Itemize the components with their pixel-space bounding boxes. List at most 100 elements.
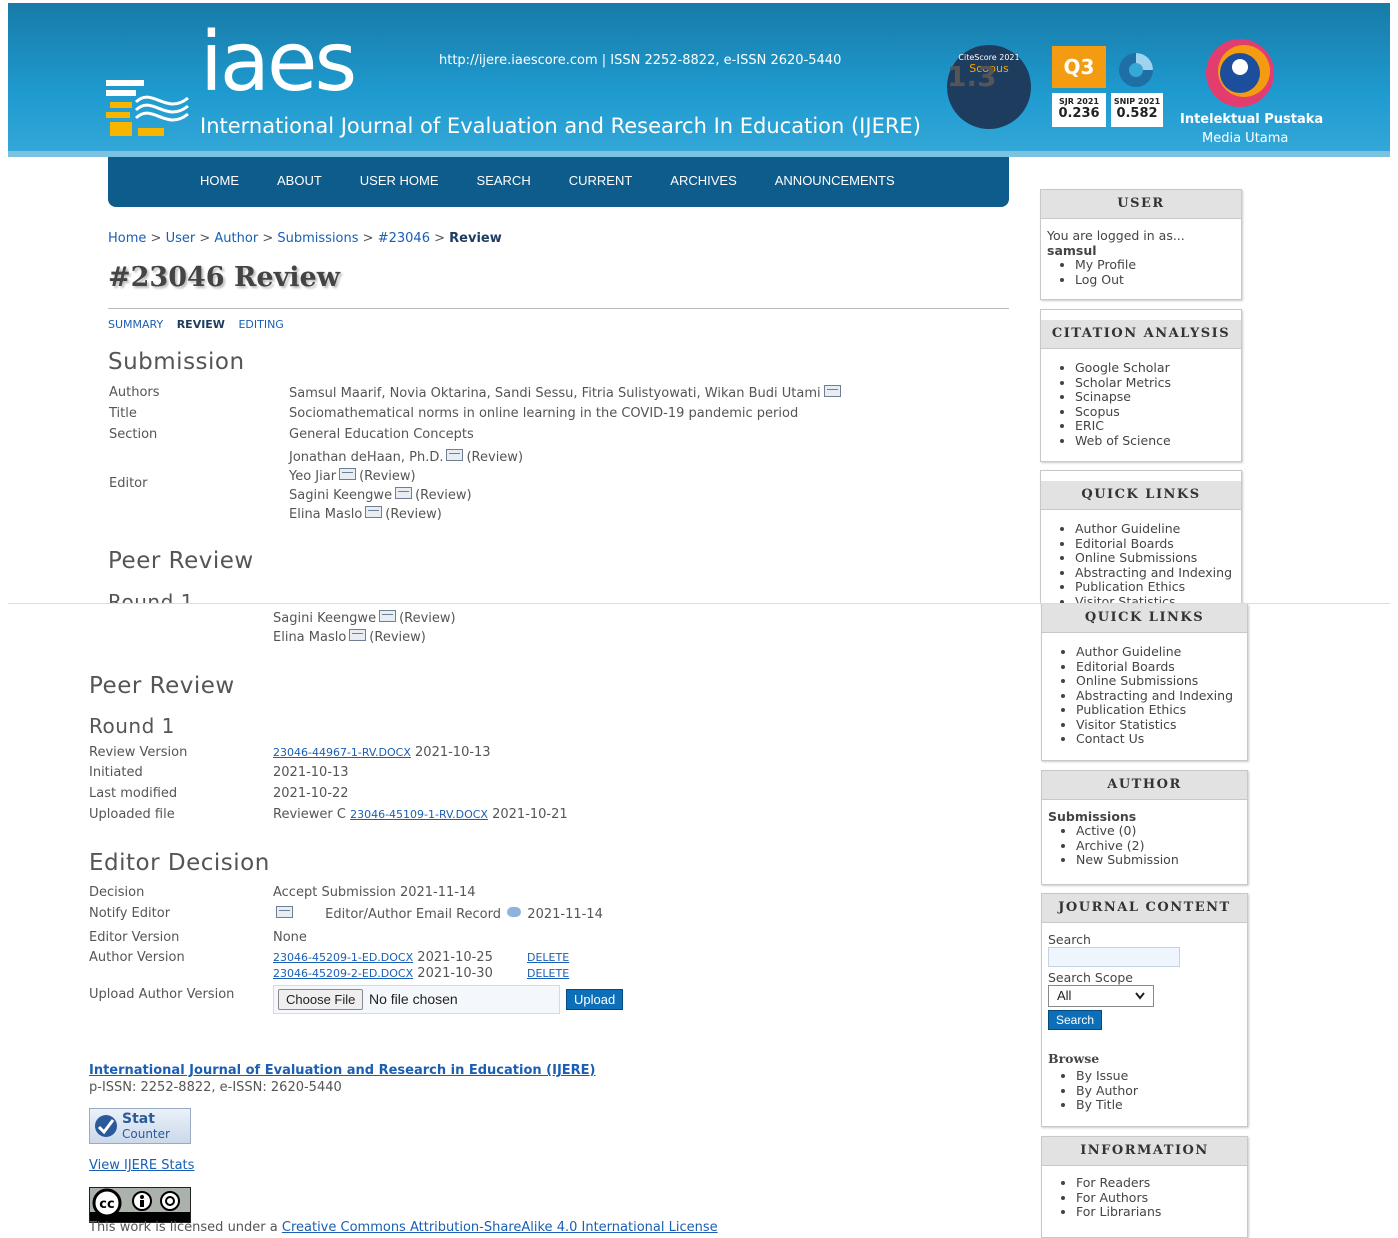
quick-link[interactable]: Visitor Statistics: [1076, 717, 1247, 733]
nav-user-home[interactable]: USER HOME: [360, 173, 439, 188]
submissions-heading: Submissions: [1048, 809, 1137, 824]
search-scope-select[interactable]: All: [1048, 985, 1154, 1007]
quick-link[interactable]: Author Guideline: [1075, 521, 1241, 537]
author-version-file-link[interactable]: 23046-45209-2-ED.DOCX: [273, 967, 413, 980]
for-readers-link[interactable]: For Readers: [1076, 1175, 1247, 1191]
breadcrumb-submission-id[interactable]: #23046: [378, 231, 430, 246]
notify-editor-email-icon[interactable]: [276, 906, 293, 918]
my-profile-link[interactable]: My Profile: [1075, 257, 1241, 273]
initiated-value: 2021-10-13: [273, 765, 349, 780]
quick-link[interactable]: Editorial Boards: [1076, 659, 1247, 675]
license-link[interactable]: Creative Commons Attribution-ShareAlike …: [282, 1220, 718, 1235]
citation-link[interactable]: Scopus: [1075, 404, 1241, 420]
quick-link[interactable]: Publication Ethics: [1076, 702, 1247, 718]
tab-review[interactable]: REVIEW: [177, 318, 225, 331]
review-version-file-link[interactable]: 23046-44967-1-RV.DOCX: [273, 746, 411, 759]
delete-link[interactable]: DELETE: [527, 951, 569, 964]
author-version-delete: DELETE: [527, 950, 569, 965]
email-editor-icon[interactable]: [349, 629, 367, 641]
snip-badge[interactable]: SNIP 2021 0.582: [1111, 93, 1163, 127]
nav-announcements[interactable]: ANNOUNCEMENTS: [775, 173, 895, 188]
for-authors-link[interactable]: For Authors: [1076, 1190, 1247, 1206]
delete-link[interactable]: DELETE: [527, 967, 569, 980]
sidebar-user-block: USER You are logged in as... samsul My P…: [1040, 189, 1242, 300]
breadcrumb-author[interactable]: Author: [214, 231, 258, 246]
active-submissions-link[interactable]: Active (0): [1076, 823, 1247, 839]
browse-by-issue-link[interactable]: By Issue: [1076, 1068, 1138, 1084]
quick-link[interactable]: Online Submissions: [1076, 673, 1247, 689]
statcounter-badge[interactable]: Stat Counter: [89, 1108, 191, 1144]
citation-link[interactable]: Google Scholar: [1075, 360, 1241, 376]
email-editor-icon[interactable]: [339, 468, 357, 480]
quartile-badge[interactable]: Q3: [1052, 46, 1106, 88]
nav-archives[interactable]: ARCHIVES: [670, 173, 736, 188]
citation-link[interactable]: ERIC: [1075, 418, 1241, 434]
archive-submissions-link[interactable]: Archive (2): [1076, 838, 1247, 854]
submission-heading: Submission: [108, 349, 245, 375]
tab-summary[interactable]: SUMMARY: [108, 318, 163, 331]
breadcrumb-current[interactable]: Review: [449, 231, 502, 246]
breadcrumb-user[interactable]: User: [166, 231, 196, 246]
author-version-file-link[interactable]: 23046-45209-1-ED.DOCX: [273, 951, 413, 964]
review-version-label: Review Version: [89, 745, 188, 760]
quick-link[interactable]: Abstracting and Indexing: [1076, 688, 1247, 704]
citation-link[interactable]: Scholar Metrics: [1075, 375, 1241, 391]
quick-link[interactable]: Publication Ethics: [1075, 579, 1241, 595]
email-editor-icon[interactable]: [446, 449, 464, 461]
browse-by-title-link[interactable]: By Title: [1076, 1097, 1138, 1113]
uploaded-file-link[interactable]: 23046-45109-1-RV.DOCX: [350, 808, 488, 821]
new-submission-link[interactable]: New Submission: [1076, 852, 1247, 868]
email-record-speech-icon[interactable]: [507, 907, 522, 917]
statcounter-top-text: Stat: [122, 1111, 155, 1127]
sidebar-author-block: AUTHOR Submissions Active (0) Archive (2…: [1041, 770, 1248, 885]
editor-version-value: None: [273, 930, 307, 945]
iaes-logo-icon[interactable]: [102, 72, 192, 138]
citation-link[interactable]: Scinapse: [1075, 389, 1241, 405]
tab-editing[interactable]: EDITING: [238, 318, 283, 331]
intelektual-pustaka-logo-icon[interactable]: [1204, 37, 1276, 109]
search-input[interactable]: [1048, 947, 1180, 967]
nav-about[interactable]: ABOUT: [277, 173, 322, 188]
citation-link[interactable]: Web of Science: [1075, 433, 1241, 449]
upload-button[interactable]: Upload: [566, 989, 624, 1010]
breadcrumb-home[interactable]: Home: [108, 231, 146, 246]
nav-home[interactable]: HOME: [200, 173, 239, 188]
snip-value: 0.582: [1116, 106, 1158, 121]
search-label: Search: [1048, 932, 1091, 947]
editor-label: Editor: [109, 476, 148, 491]
email-editor-icon[interactable]: [379, 610, 397, 622]
citescore-badge[interactable]: CiteScore 2021 1.3 Scopus: [947, 45, 1031, 129]
uploaded-file-value: Reviewer C 23046-45109-1-RV.DOCX 2021-10…: [273, 807, 568, 822]
choose-file-button[interactable]: Choose File: [278, 989, 364, 1010]
sjr-label: SJR 2021: [1059, 97, 1099, 106]
quick-link[interactable]: Author Guideline: [1076, 644, 1247, 660]
email-editor-icon[interactable]: [395, 487, 413, 499]
nav-search[interactable]: SEARCH: [477, 173, 531, 188]
email-record-text: Editor/Author Email Record: [325, 907, 502, 922]
submission-subtabs: SUMMARY REVIEW EDITING: [108, 318, 294, 331]
section-value: General Education Concepts: [289, 427, 474, 442]
quick-links-title: QUICK LINKS: [1041, 481, 1241, 510]
footer-issn: p-ISSN: 2252-8822, e-ISSN: 2620-5440: [89, 1080, 342, 1095]
search-button[interactable]: Search: [1048, 1010, 1103, 1030]
quick-link[interactable]: Editorial Boards: [1075, 536, 1241, 552]
nav-current[interactable]: CURRENT: [569, 173, 633, 188]
for-librarians-link[interactable]: For Librarians: [1076, 1204, 1247, 1220]
breadcrumb-submissions[interactable]: Submissions: [277, 231, 358, 246]
email-authors-icon[interactable]: [823, 385, 841, 397]
browse-by-author-link[interactable]: By Author: [1076, 1083, 1138, 1099]
author-block-title: AUTHOR: [1042, 771, 1247, 800]
quick-link[interactable]: Abstracting and Indexing: [1075, 565, 1241, 581]
sjr-badge[interactable]: SJR 2021 0.236: [1052, 93, 1106, 127]
page-title: #23046 Review: [108, 262, 340, 293]
email-editor-icon[interactable]: [365, 506, 383, 518]
log-out-link[interactable]: Log Out: [1075, 272, 1241, 288]
quick-link[interactable]: Online Submissions: [1075, 550, 1241, 566]
view-stats-link[interactable]: View IJERE Stats: [89, 1158, 194, 1173]
quick-link[interactable]: Contact Us: [1076, 731, 1247, 747]
footer-journal-link[interactable]: International Journal of Evaluation and …: [89, 1063, 596, 1078]
section-label: Section: [109, 427, 158, 442]
editor-version-label: Editor Version: [89, 930, 180, 945]
peer-review-heading: Peer Review: [89, 673, 235, 699]
cc-by-sa-license-icon[interactable]: cc: [89, 1187, 191, 1223]
